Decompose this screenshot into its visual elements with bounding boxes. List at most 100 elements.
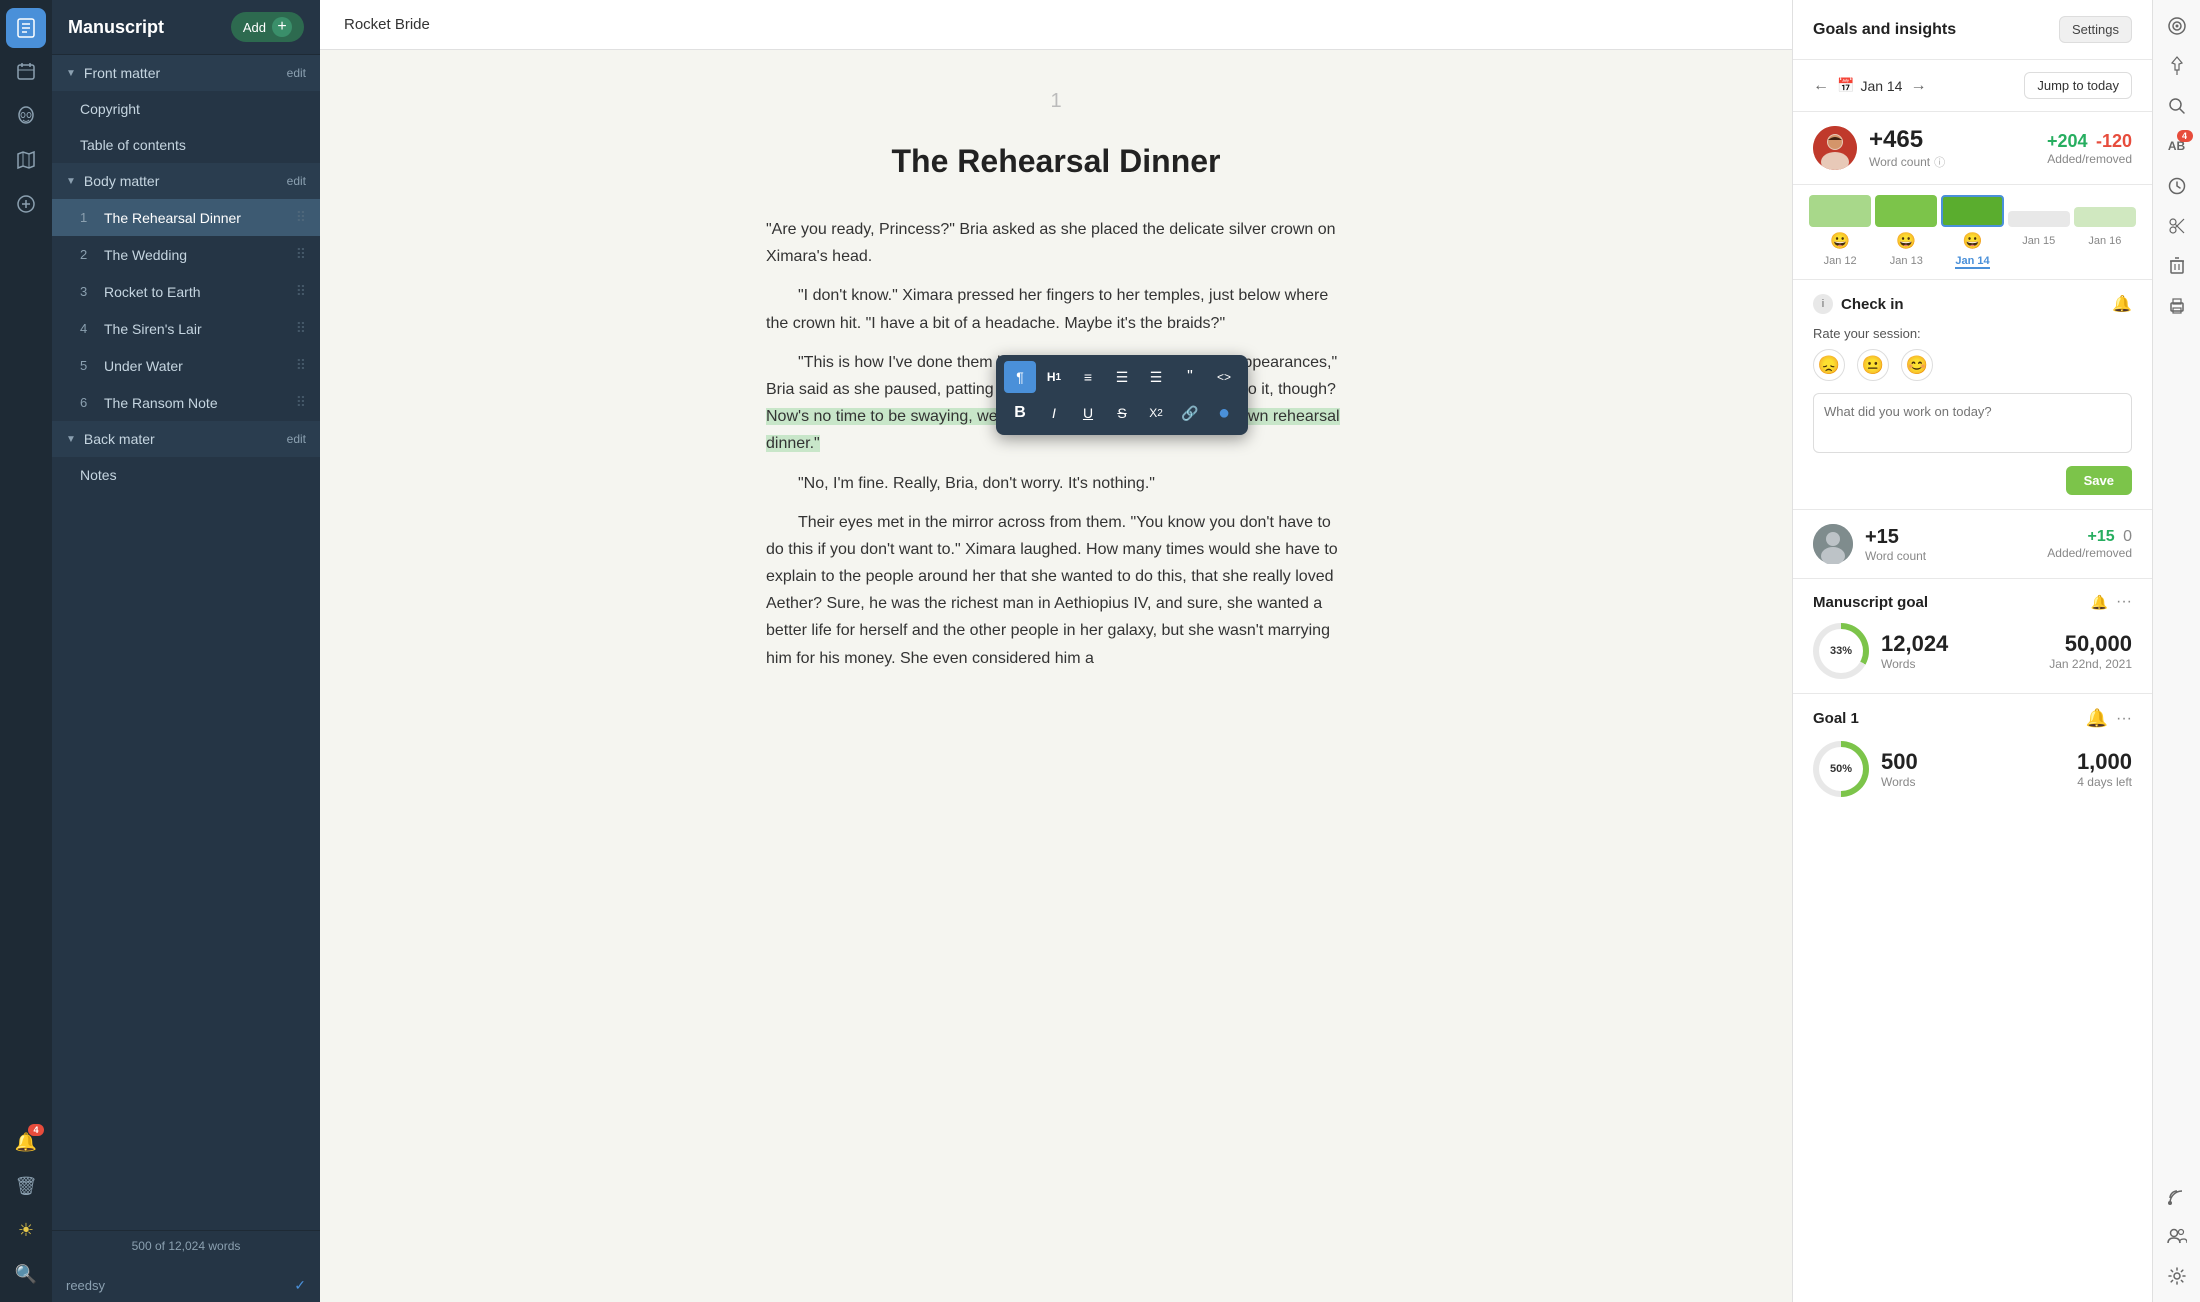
tb-ul[interactable]: ☰ bbox=[1106, 361, 1138, 393]
body-matter-label: Body matter bbox=[84, 173, 159, 189]
body-matter-edit[interactable]: edit bbox=[287, 174, 306, 188]
sidebar-item-ch1[interactable]: 1 The Rehearsal Dinner ⠿ bbox=[52, 199, 320, 236]
plus-icon: + bbox=[272, 17, 292, 37]
emoji-neutral[interactable]: 😐 bbox=[1857, 349, 1889, 381]
user-stats: +15 Word count bbox=[1865, 526, 2035, 563]
session-textarea[interactable] bbox=[1813, 393, 2132, 453]
editor-area[interactable]: 1 The Rehearsal Dinner "Are you ready, P… bbox=[320, 50, 1792, 1302]
right-icon-print[interactable] bbox=[2159, 288, 2195, 324]
stat-added: +204 bbox=[2047, 131, 2088, 151]
tb-ol[interactable]: ☰ bbox=[1140, 361, 1172, 393]
front-matter-section[interactable]: ▼ Front matter edit bbox=[52, 55, 320, 91]
back-matter-edit[interactable]: edit bbox=[287, 432, 306, 446]
back-matter-section[interactable]: ▼ Back mater edit bbox=[52, 421, 320, 457]
front-matter-chevron: ▼ bbox=[66, 68, 76, 79]
right-icon-target[interactable] bbox=[2159, 8, 2195, 44]
save-checkin-button[interactable]: Save bbox=[2066, 466, 2132, 495]
right-icon-users[interactable] bbox=[2159, 1218, 2195, 1254]
sidebar-item-notes[interactable]: Notes bbox=[52, 457, 320, 493]
sidebar-footer-count: 500 of 12,024 words bbox=[52, 1230, 320, 1261]
sidebar-item-toc[interactable]: Table of contents bbox=[52, 127, 320, 163]
body-matter-section[interactable]: ▼ Body matter edit bbox=[52, 163, 320, 199]
ch3-label: Rocket to Earth bbox=[104, 284, 201, 300]
cal-day-jan14[interactable]: 😀 Jan 14 bbox=[1941, 195, 2003, 269]
nav-notifications[interactable]: 🔔 4 bbox=[6, 1122, 46, 1162]
right-icon-search[interactable] bbox=[2159, 88, 2195, 124]
manuscript-goal-header: Manuscript goal 🔔 ··· bbox=[1813, 593, 2132, 611]
sidebar-item-ch2[interactable]: 2 The Wedding ⠿ bbox=[52, 236, 320, 273]
jump-today-button[interactable]: Jump to today bbox=[2024, 72, 2132, 99]
sidebar-item-ch3[interactable]: 3 Rocket to Earth ⠿ bbox=[52, 273, 320, 310]
manuscript-goal-more[interactable]: ··· bbox=[2116, 593, 2132, 611]
tb-paragraph[interactable]: ¶ bbox=[1004, 361, 1036, 393]
checkin-title-row: i Check in bbox=[1813, 294, 1904, 314]
nav-sun[interactable]: ☀ bbox=[6, 1210, 46, 1250]
right-icon-history[interactable] bbox=[2159, 168, 2195, 204]
nav-map[interactable] bbox=[6, 140, 46, 180]
ch5-drag-handle: ⠿ bbox=[296, 357, 306, 374]
tb-bold[interactable]: B bbox=[1004, 397, 1036, 429]
manuscript-goal-section: Manuscript goal 🔔 ··· 33% 12,024 Words 5… bbox=[1793, 579, 2152, 694]
right-icon-spellcheck[interactable]: AB 4 bbox=[2159, 128, 2195, 164]
tb-h1[interactable]: H1 bbox=[1038, 361, 1070, 393]
ch1-num: 1 bbox=[80, 210, 96, 225]
tb-code[interactable]: <> bbox=[1208, 361, 1240, 393]
main-content: Rocket Bride 1 The Rehearsal Dinner "Are… bbox=[320, 0, 1792, 1302]
para-2: "I don't know." Ximara pressed her finge… bbox=[766, 282, 1346, 336]
book-title-header: Rocket Bride bbox=[344, 16, 430, 33]
right-icon-pin[interactable] bbox=[2159, 48, 2195, 84]
sidebar-item-ch6[interactable]: 6 The Ransom Note ⠿ bbox=[52, 384, 320, 421]
word-count-label: Word count ⓘ bbox=[1869, 154, 2035, 170]
add-button[interactable]: Add + bbox=[231, 12, 304, 42]
nav-arrows: ← 📅 Jan 14 → bbox=[1813, 77, 1926, 95]
goal1-bell-green[interactable]: 🔔 bbox=[2086, 708, 2108, 729]
sidebar-item-ch5[interactable]: 5 Under Water ⠿ bbox=[52, 347, 320, 384]
cal-day-jan15[interactable]: Jan 15 bbox=[2008, 195, 2070, 269]
nav-activity[interactable] bbox=[6, 52, 46, 92]
nav-trash[interactable]: 🗑 bbox=[6, 1166, 46, 1206]
tb-link[interactable]: 🔗 bbox=[1174, 397, 1206, 429]
nav-search[interactable]: 🔍 bbox=[6, 1254, 46, 1294]
tb-align[interactable]: ≡ bbox=[1072, 361, 1104, 393]
right-icon-trash[interactable] bbox=[2159, 248, 2195, 284]
emoji-happy[interactable]: 😊 bbox=[1901, 349, 1933, 381]
next-date-button[interactable]: → bbox=[1910, 77, 1926, 95]
nav-add[interactable] bbox=[6, 184, 46, 224]
right-icon-bar: AB 4 bbox=[2152, 0, 2200, 1302]
prev-date-button[interactable]: ← bbox=[1813, 77, 1829, 95]
goal1-more[interactable]: ··· bbox=[2116, 710, 2132, 728]
cal-day-jan16[interactable]: Jan 16 bbox=[2074, 195, 2136, 269]
emoji-sad[interactable]: 😞 bbox=[1813, 349, 1845, 381]
goal1-header: Goal 1 🔔 ··· bbox=[1813, 708, 2132, 729]
user-session: +15 Word count +15 0 Added/removed bbox=[1793, 510, 2152, 579]
front-matter-edit[interactable]: edit bbox=[287, 66, 306, 80]
sidebar-item-ch4[interactable]: 4 The Siren's Lair ⠿ bbox=[52, 310, 320, 347]
checkin-info-icon: i bbox=[1813, 294, 1833, 314]
tb-italic[interactable]: I bbox=[1038, 397, 1070, 429]
calendar-days: 😀 Jan 12 😀 Jan 13 😀 Jan 14 Jan 15 Jan 16 bbox=[1793, 185, 2152, 280]
sidebar-item-copyright[interactable]: Copyright bbox=[52, 91, 320, 127]
nav-alien[interactable] bbox=[6, 96, 46, 136]
right-icon-feed[interactable] bbox=[2159, 1178, 2195, 1214]
tb-ai[interactable]: ● bbox=[1208, 397, 1240, 429]
cal-bar-jan14 bbox=[1941, 195, 2003, 227]
goal1-actions: 🔔 ··· bbox=[2086, 708, 2132, 729]
checkin-bell-icon[interactable]: 🔔 bbox=[2112, 294, 2132, 314]
tb-strikethrough[interactable]: S bbox=[1106, 397, 1138, 429]
settings-button[interactable]: Settings bbox=[2059, 16, 2132, 43]
tb-superscript[interactable]: X2 bbox=[1140, 397, 1172, 429]
cal-day-jan12[interactable]: 😀 Jan 12 bbox=[1809, 195, 1871, 269]
nav-manuscript[interactable] bbox=[6, 8, 46, 48]
editor-body[interactable]: "Are you ready, Princess?" Bria asked as… bbox=[766, 216, 1346, 672]
ch2-num: 2 bbox=[80, 247, 96, 262]
cal-day-jan13[interactable]: 😀 Jan 13 bbox=[1875, 195, 1937, 269]
ch5-num: 5 bbox=[80, 358, 96, 373]
tb-underline[interactable]: U bbox=[1072, 397, 1104, 429]
back-matter-label: Back mater bbox=[84, 431, 155, 447]
tb-blockquote[interactable]: " bbox=[1174, 361, 1206, 393]
right-icon-scissors[interactable] bbox=[2159, 208, 2195, 244]
manuscript-goal-bell[interactable]: 🔔 bbox=[2091, 594, 2108, 611]
checkin-title: Check in bbox=[1841, 296, 1904, 313]
right-icon-settings[interactable] bbox=[2159, 1258, 2195, 1294]
date-nav: ← 📅 Jan 14 → Jump to today bbox=[1793, 60, 2152, 112]
